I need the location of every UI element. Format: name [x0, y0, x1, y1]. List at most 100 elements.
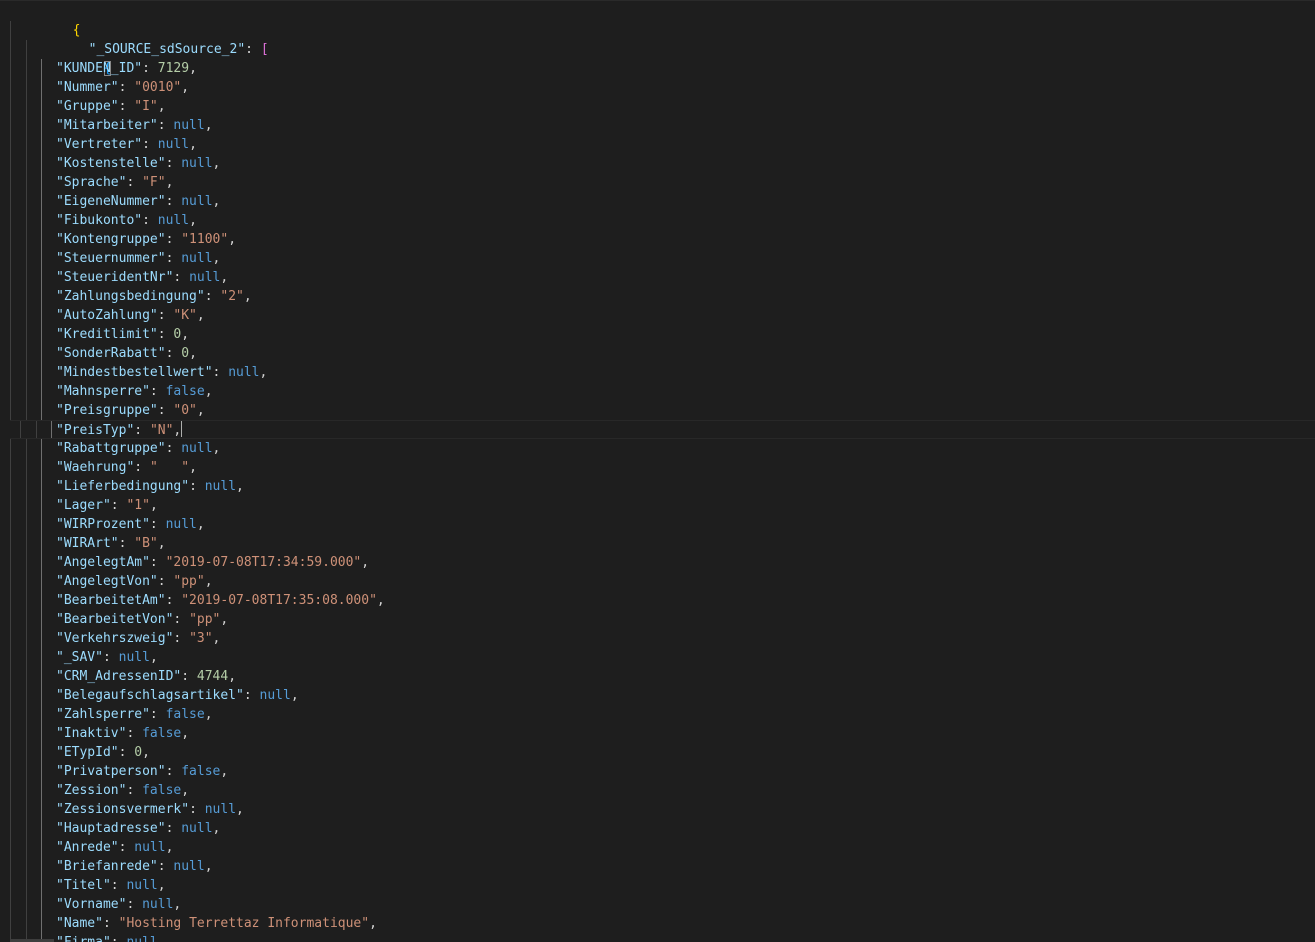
code-line-entry[interactable]: "BearbeitetVon": "pp",	[0, 610, 1315, 629]
json-value: null	[126, 935, 157, 942]
code-line-entry[interactable]: "Privatperson": false,	[0, 762, 1315, 781]
json-key: "EigeneNummer"	[56, 194, 166, 209]
json-key: "WIRProzent"	[56, 517, 150, 532]
code-line-entry[interactable]: "WIRProzent": null,	[0, 515, 1315, 534]
code-line-entry[interactable]: "CRM_AdressenID": 4744,	[0, 667, 1315, 686]
colon-separator: :	[165, 194, 182, 209]
code-line-entry[interactable]: "Lieferbedingung": null,	[0, 477, 1315, 496]
json-key: "Sprache"	[56, 175, 127, 190]
code-line-root-open[interactable]: {	[0, 2, 1315, 38]
code-line-entry[interactable]: "Kostenstelle": null,	[0, 154, 1315, 173]
code-line-entry[interactable]: "Firma": null,	[0, 933, 1315, 942]
code-line-entry[interactable]: "Zession": false,	[0, 781, 1315, 800]
comma-separator: ,	[376, 593, 385, 608]
json-value: null	[181, 441, 213, 456]
code-line-entry[interactable]: "Verkehrszweig": "3",	[0, 629, 1315, 648]
json-key: "Kreditlimit"	[56, 327, 158, 342]
code-line-entry[interactable]: "Titel": null,	[0, 876, 1315, 895]
active-indent-guide	[41, 572, 42, 591]
indent-guide	[10, 705, 11, 724]
code-line-entry[interactable]: "Waehrung": " ",	[0, 458, 1315, 477]
code-line-source-key[interactable]: "_SOURCE_sdSource_2": [	[0, 21, 1315, 57]
active-indent-guide	[41, 705, 42, 724]
code-line-entry[interactable]: "Nummer": "0010",	[0, 78, 1315, 97]
comma-separator: ,	[142, 745, 150, 760]
json-value: 0	[134, 745, 143, 760]
code-line-object-open[interactable]: {	[0, 40, 1315, 76]
code-line-entry[interactable]: "Inaktiv": false,	[0, 724, 1315, 743]
json-value: false	[165, 384, 205, 399]
code-line-entry[interactable]: "WIRArt": "B",	[0, 534, 1315, 553]
code-line-entry[interactable]: "Rabattgruppe": null,	[0, 439, 1315, 458]
json-key: "Zahlungsbedingung"	[56, 289, 205, 304]
code-line-entry[interactable]: "SteueridentNr": null,	[0, 268, 1315, 287]
code-line-entry[interactable]: "Briefanrede": null,	[0, 857, 1315, 876]
json-key: "AngelegtVon"	[56, 574, 158, 589]
indent-guide	[10, 686, 11, 705]
code-line-entry[interactable]: "Zahlungsbedingung": "2",	[0, 287, 1315, 306]
code-line-entry[interactable]: "Kreditlimit": 0,	[0, 325, 1315, 344]
code-line-entry[interactable]: "Hauptadresse": null,	[0, 819, 1315, 838]
code-line-entry[interactable]: "Belegaufschlagsartikel": null,	[0, 686, 1315, 705]
json-value: null	[189, 270, 221, 285]
code-line-entry[interactable]: "Name": "Hosting Terrettaz Informatique"…	[0, 914, 1315, 933]
code-line-entry[interactable]: "KUNDEN_ID": 7129,	[0, 59, 1315, 78]
active-indent-guide	[41, 914, 42, 933]
editor-lines[interactable]: { "_SOURCE_sdSource_2": [ { "KUNDEN_ID":…	[0, 2, 1315, 942]
active-indent-guide	[41, 268, 42, 287]
indent-guide	[26, 249, 27, 268]
colon-separator: :	[149, 517, 166, 532]
indent-guide	[26, 287, 27, 306]
json-key: "Zessionsvermerk"	[56, 802, 190, 817]
code-line-entry[interactable]: "Fibukonto": null,	[0, 211, 1315, 230]
code-line-entry[interactable]: "AngelegtAm": "2019-07-08T17:34:59.000",	[0, 553, 1315, 572]
json-key: "KUNDEN_ID"	[56, 61, 143, 76]
code-line-entry[interactable]: "Kontengruppe": "1100",	[0, 230, 1315, 249]
json-key: "Titel"	[56, 878, 111, 893]
code-line-entry[interactable]: "Mitarbeiter": null,	[0, 116, 1315, 135]
code-line-entry[interactable]: "Zessionsvermerk": null,	[0, 800, 1315, 819]
code-line-entry[interactable]: "Preisgruppe": "0",	[0, 401, 1315, 420]
indent-guide	[10, 781, 11, 800]
code-line-entry[interactable]: "Mindestbestellwert": null,	[0, 363, 1315, 382]
json-key: "Inaktiv"	[56, 726, 127, 741]
code-line-entry[interactable]: "Anrede": null,	[0, 838, 1315, 857]
colon-separator: :	[204, 289, 221, 304]
colon-separator: :	[165, 441, 182, 456]
indent-guide	[10, 895, 11, 914]
code-line-entry[interactable]: "Vorname": null,	[0, 895, 1315, 914]
code-line-entry[interactable]: "Vertreter": null,	[0, 135, 1315, 154]
json-value: null	[165, 517, 197, 532]
code-line-entry[interactable]: "SonderRabatt": 0,	[0, 344, 1315, 363]
code-line-entry[interactable]: "Steuernummer": null,	[0, 249, 1315, 268]
code-line-entry[interactable]: "EigeneNummer": null,	[0, 192, 1315, 211]
code-line-entry[interactable]: "_SAV": null,	[0, 648, 1315, 667]
active-indent-guide	[41, 211, 42, 230]
code-line-entry[interactable]: "Lager": "1",	[0, 496, 1315, 515]
indent-guide	[10, 382, 11, 401]
active-indent-guide	[41, 192, 42, 211]
json-value: null	[204, 479, 237, 494]
active-indent-guide	[41, 325, 42, 344]
code-line-entry[interactable]: "AngelegtVon": "pp",	[0, 572, 1315, 591]
comma-separator: ,	[220, 764, 229, 779]
code-editor[interactable]: { "_SOURCE_sdSource_2": [ { "KUNDEN_ID":…	[0, 0, 1315, 942]
indent-guide	[26, 116, 27, 135]
code-line-entry[interactable]: "ETypId": 0,	[0, 743, 1315, 762]
code-line-entry[interactable]: "Sprache": "F",	[0, 173, 1315, 192]
json-key: "Verkehrszweig"	[56, 631, 174, 646]
colon-separator: :	[134, 423, 150, 438]
code-line-entry[interactable]: "Gruppe": "I",	[0, 97, 1315, 116]
code-line-entry[interactable]: "AutoZahlung": "K",	[0, 306, 1315, 325]
code-line-entry[interactable]: "PreisTyp": "N",	[10, 420, 1315, 439]
code-line-entry[interactable]: "BearbeitetAm": "2019-07-08T17:35:08.000…	[0, 591, 1315, 610]
colon-separator: :	[149, 555, 166, 570]
comma-separator: ,	[157, 536, 166, 551]
comma-separator: ,	[212, 194, 221, 209]
active-indent-guide	[41, 306, 42, 325]
code-line-entry[interactable]: "Zahlsperre": false,	[0, 705, 1315, 724]
active-indent-guide	[41, 78, 42, 97]
code-line-entry[interactable]: "Mahnsperre": false,	[0, 382, 1315, 401]
colon-separator: :	[173, 270, 190, 285]
json-key: "BearbeitetVon"	[56, 612, 174, 627]
